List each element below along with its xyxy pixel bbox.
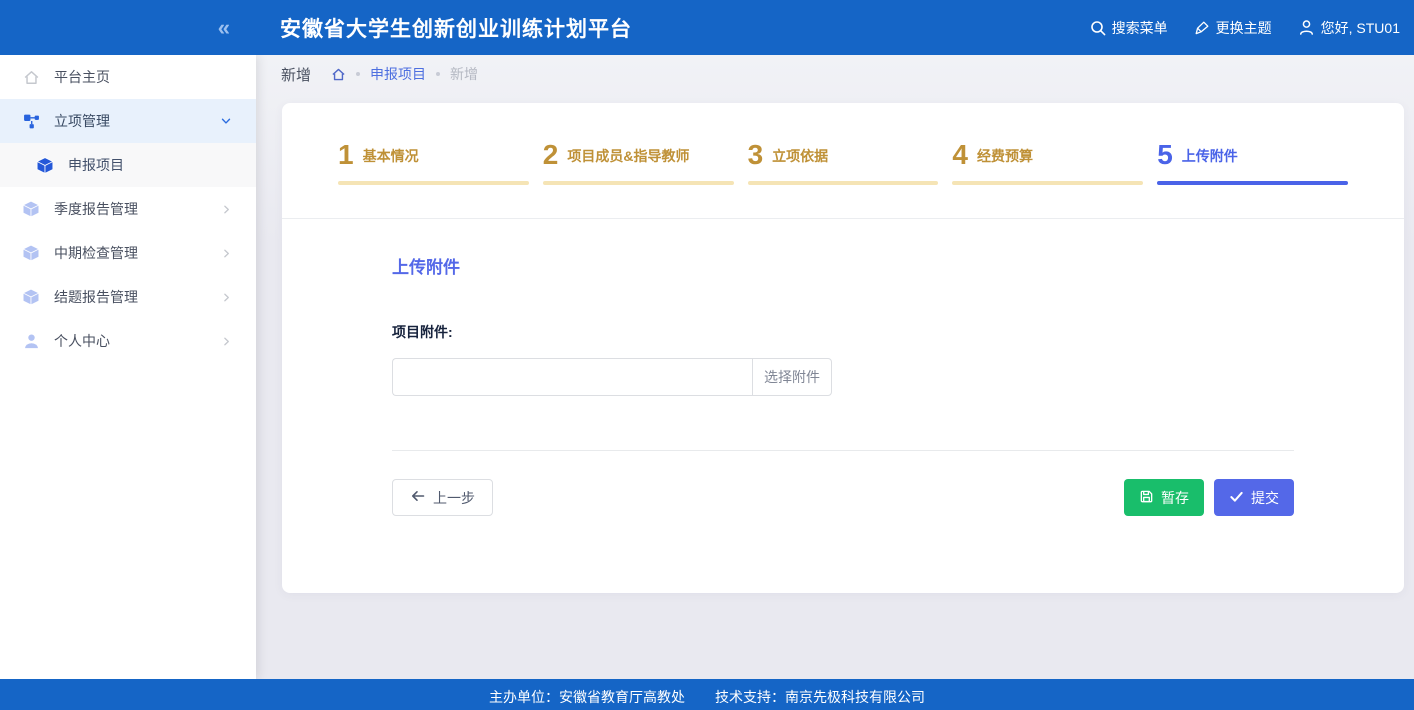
breadcrumb-current: 新增 [450, 64, 478, 84]
page-footer: 主办单位：安徽省教育厅高教处 技术支持：南京先极科技有限公司 [0, 679, 1414, 710]
sidebar-collapse-icon[interactable]: « [218, 17, 230, 39]
step-progress-bar [952, 181, 1143, 185]
upload-form: 上传附件 项目附件: 选择附件 上一步 暂存 [282, 219, 1404, 516]
sidebar-item-quarterly-report[interactable]: 季度报告管理 [0, 187, 256, 231]
breadcrumb-link-declare-project[interactable]: 申报项目 [370, 64, 426, 84]
wizard-card: 1 基本情况 2 项目成员&指导教师 3 立项依据 [282, 103, 1404, 593]
sidebar-item-label: 结题报告管理 [54, 287, 218, 307]
step-number: 2 [543, 141, 559, 169]
step-wizard: 1 基本情况 2 项目成员&指导教师 3 立项依据 [282, 103, 1404, 218]
save-draft-button[interactable]: 暂存 [1124, 479, 1204, 516]
step-label: 立项依据 [772, 146, 828, 169]
check-icon [1229, 489, 1244, 507]
action-bar: 上一步 暂存 提交 [392, 479, 1294, 516]
sidebar: 平台主页 立项管理 申报项目 季度报告管理 中期检查管理 [0, 55, 256, 679]
sidebar-item-label: 季度报告管理 [54, 199, 218, 219]
chevron-right-icon [218, 333, 234, 349]
sidebar-item-label: 个人中心 [54, 331, 218, 351]
sidebar-item-label: 申报项目 [68, 155, 234, 175]
step-number: 5 [1157, 141, 1173, 169]
page-title: 新增 [281, 64, 311, 85]
previous-step-label: 上一步 [433, 488, 475, 508]
chevron-down-icon [218, 113, 234, 129]
breadcrumb: 新增 申报项目 新增 [256, 55, 1414, 93]
step-3-project-basis[interactable]: 3 立项依据 [748, 141, 939, 218]
search-icon [1090, 20, 1106, 36]
theme-brush-icon [1194, 20, 1210, 36]
sidebar-item-label: 立项管理 [54, 111, 218, 131]
sidebar-item-label: 中期检查管理 [54, 243, 218, 263]
choose-attachment-button[interactable]: 选择附件 [752, 358, 832, 396]
save-draft-label: 暂存 [1161, 488, 1189, 508]
search-menu-label: 搜索菜单 [1112, 18, 1168, 38]
app-title: 安徽省大学生创新创业训练计划平台 [280, 13, 632, 43]
main-area: 新增 申报项目 新增 1 基本情况 2 项目成员&指导教师 [256, 55, 1414, 679]
sidebar-item-declare-project[interactable]: 申报项目 [0, 143, 256, 187]
user-menu[interactable]: 您好, STU01 [1298, 18, 1400, 38]
chevron-right-icon [218, 201, 234, 217]
project-attachment-label: 项目附件: [392, 322, 1294, 342]
sidebar-item-personal-center[interactable]: 个人中心 [0, 319, 256, 363]
breadcrumb-home-icon[interactable] [331, 67, 346, 82]
change-theme-label: 更换主题 [1216, 18, 1272, 38]
sidebar-item-final-report[interactable]: 结题报告管理 [0, 275, 256, 319]
chevron-right-icon [218, 289, 234, 305]
step-2-members-teachers[interactable]: 2 项目成员&指导教师 [543, 141, 734, 218]
attachment-input-group: 选择附件 [392, 358, 832, 396]
chevron-right-icon [218, 245, 234, 261]
step-5-upload-attachments[interactable]: 5 上传附件 [1157, 141, 1348, 218]
step-progress-bar [1157, 181, 1348, 185]
submit-label: 提交 [1251, 488, 1279, 508]
sidebar-item-label: 平台主页 [54, 67, 234, 87]
person-icon [22, 332, 40, 350]
cube-icon [22, 288, 40, 306]
user-greeting-label: 您好, STU01 [1321, 18, 1400, 38]
step-label: 经费预算 [977, 146, 1033, 169]
arrow-left-icon [410, 488, 426, 507]
step-1-basic-info[interactable]: 1 基本情况 [338, 141, 529, 218]
cube-icon [22, 200, 40, 218]
submit-button[interactable]: 提交 [1214, 479, 1294, 516]
home-icon [22, 68, 40, 86]
attachment-filename-input[interactable] [392, 358, 752, 396]
step-progress-bar [543, 181, 734, 185]
section-title: 上传附件 [392, 253, 1294, 278]
breadcrumb-separator [436, 72, 440, 76]
sidebar-item-platform-home[interactable]: 平台主页 [0, 55, 256, 99]
step-number: 1 [338, 141, 354, 169]
step-number: 4 [952, 141, 968, 169]
top-header-bar: « 安徽省大学生创新创业训练计划平台 搜索菜单 更换主题 您好, STU01 [0, 0, 1414, 55]
cube-icon [36, 156, 54, 174]
footer-support: 技术支持：南京先极科技有限公司 [715, 687, 925, 707]
change-theme-button[interactable]: 更换主题 [1194, 18, 1272, 38]
footer-organizer: 主办单位：安徽省教育厅高教处 [489, 687, 685, 707]
step-label: 上传附件 [1182, 146, 1238, 169]
step-number: 3 [748, 141, 764, 169]
sidebar-item-midterm-check[interactable]: 中期检查管理 [0, 231, 256, 275]
user-icon [1298, 19, 1315, 36]
sitemap-icon [22, 112, 40, 130]
previous-step-button[interactable]: 上一步 [392, 479, 493, 516]
sidebar-item-project-management[interactable]: 立项管理 [0, 99, 256, 143]
step-4-budget[interactable]: 4 经费预算 [952, 141, 1143, 218]
save-floppy-icon [1139, 489, 1154, 507]
header-actions: 搜索菜单 更换主题 您好, STU01 [1090, 18, 1414, 38]
step-label: 项目成员&指导教师 [567, 146, 689, 169]
form-actions-divider [392, 450, 1294, 451]
breadcrumb-separator [356, 72, 360, 76]
search-menu-button[interactable]: 搜索菜单 [1090, 18, 1168, 38]
step-progress-bar [338, 181, 529, 185]
sidebar-header: « [0, 0, 256, 55]
step-label: 基本情况 [363, 146, 419, 169]
step-progress-bar [748, 181, 939, 185]
cube-icon [22, 244, 40, 262]
